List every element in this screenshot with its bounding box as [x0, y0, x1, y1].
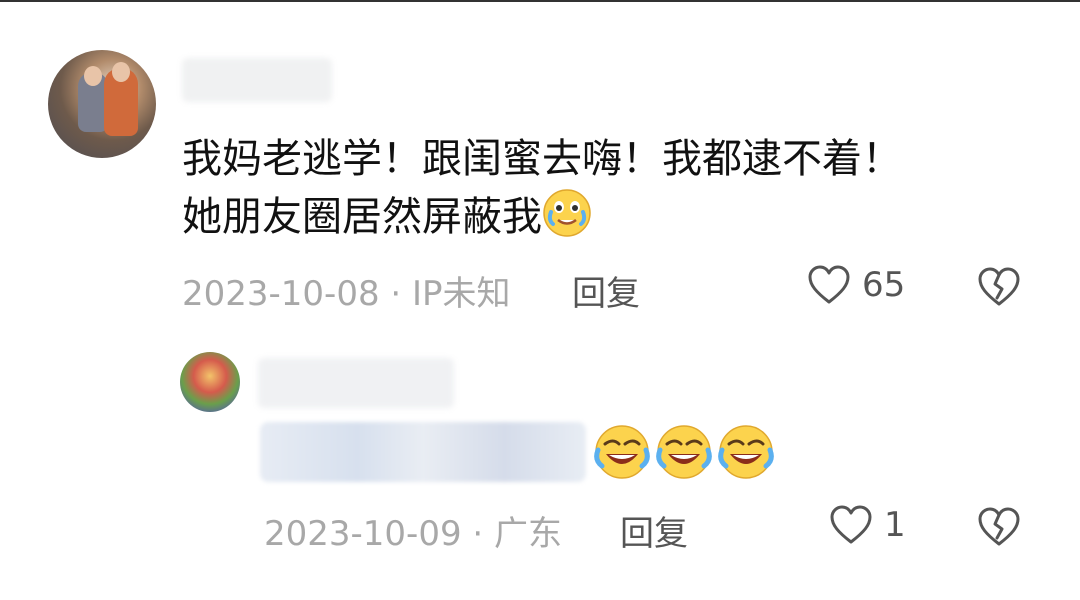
meta-separator: · [472, 514, 495, 554]
crying-laughing-emoji-icon [542, 188, 592, 238]
commenter-name-blurred[interactable] [182, 58, 332, 102]
meta-separator: · [390, 274, 413, 314]
comment-reply-button[interactable]: 回复 [572, 266, 640, 315]
replier-name-blurred[interactable] [258, 358, 454, 408]
comment-like-button[interactable]: 65 [806, 262, 905, 308]
reply-like-button[interactable]: 1 [828, 502, 906, 548]
rolling-laughing-emoji-icon [592, 422, 652, 482]
broken-heart-icon [976, 504, 1022, 550]
reply-date: 2023-10-09 [264, 514, 462, 554]
comment-date: 2023-10-08 [182, 274, 380, 314]
broken-heart-icon [976, 264, 1022, 310]
reply-like-count: 1 [884, 505, 906, 545]
reply-location: 广东 [494, 514, 563, 554]
comment-text: 我妈老逃学！跟闺蜜去嗨！我都逮不着！ 她朋友圈居然屏蔽我 [182, 130, 1002, 246]
heart-outline-icon [806, 262, 852, 308]
comment-like-count: 65 [862, 265, 906, 305]
comment-meta: 2023-10-08 · IP未知 [182, 266, 511, 315]
comment-line-1: 我妈老逃学！跟闺蜜去嗨！我都逮不着！ [182, 136, 902, 182]
replier-avatar[interactable] [180, 352, 240, 412]
comment-line-2-text: 她朋友圈居然屏蔽我 [182, 194, 542, 240]
commenter-avatar[interactable] [48, 50, 156, 158]
rolling-laughing-emoji-icon [716, 422, 776, 482]
comment-location: IP未知 [412, 274, 511, 314]
top-divider [0, 0, 1080, 2]
reply-text-blurred [260, 422, 586, 482]
avatar-face-left [84, 66, 102, 86]
comment-line-2: 她朋友圈居然屏蔽我 [182, 188, 1002, 246]
avatar-face-right [112, 62, 130, 82]
reply-dislike-button[interactable] [976, 504, 1022, 550]
rolling-laughing-emoji-icon [654, 422, 714, 482]
comment-dislike-button[interactable] [976, 264, 1022, 310]
heart-outline-icon [828, 502, 874, 548]
reply-meta: 2023-10-09 · 广东 [264, 506, 562, 555]
reply-emoji-row [592, 422, 776, 482]
reply-reply-button[interactable]: 回复 [620, 506, 688, 555]
